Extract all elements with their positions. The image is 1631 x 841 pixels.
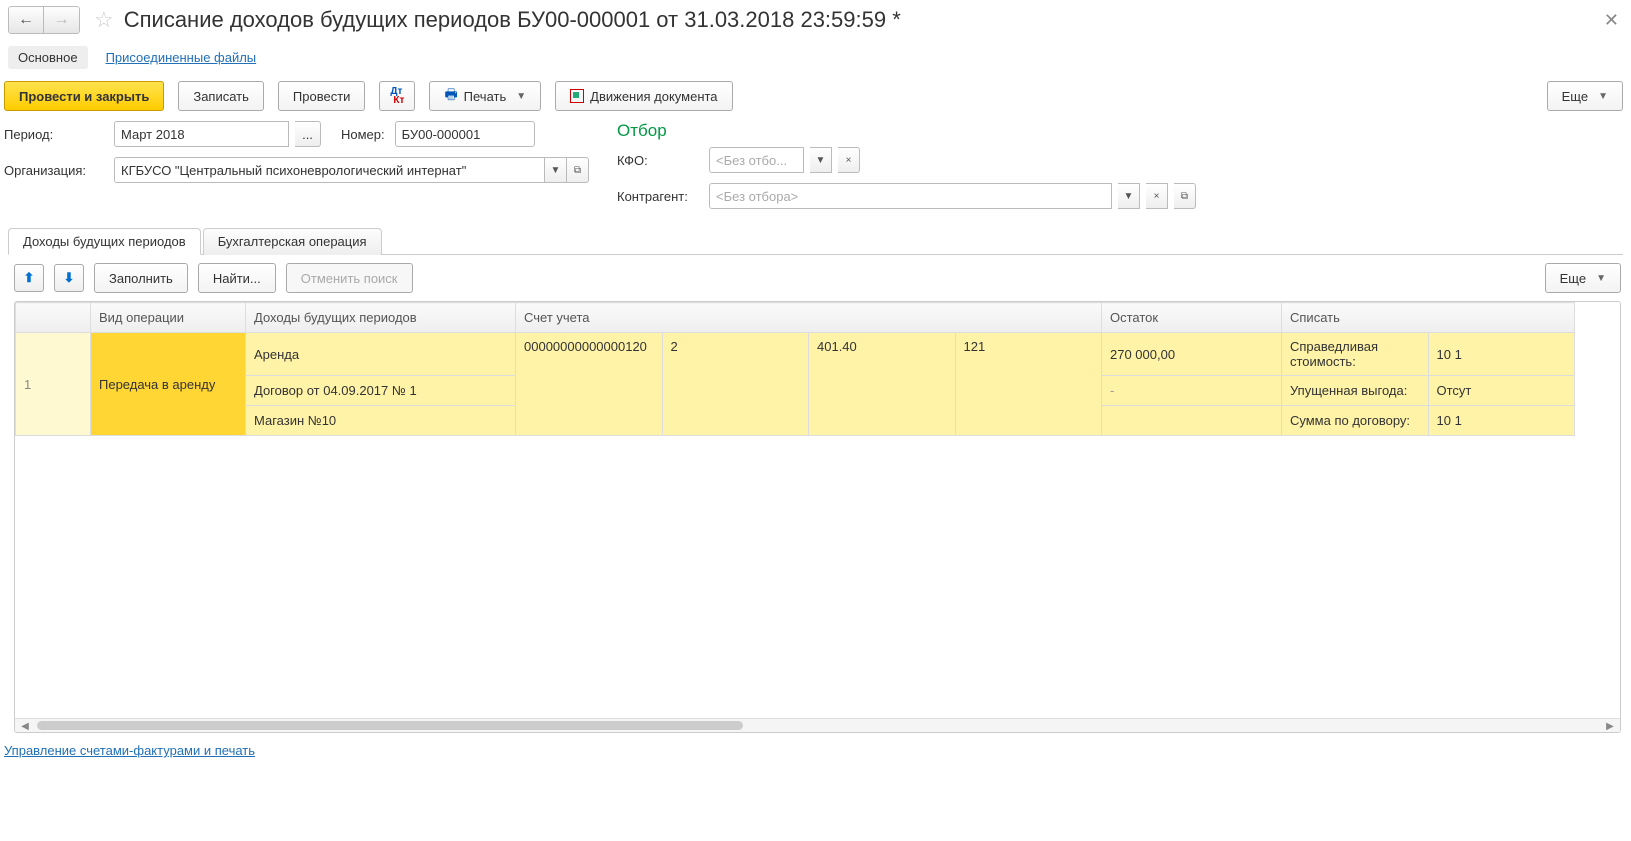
dt-kt-button[interactable]: ДтКт (379, 81, 415, 111)
organization-input[interactable]: КГБУСО "Центральный психоневрологический… (114, 157, 545, 183)
caret-down-icon: ▼ (1596, 273, 1606, 284)
cell-income-1[interactable]: Аренда (246, 333, 516, 376)
favorite-star-icon[interactable]: ☆ (94, 7, 114, 33)
cell-sp2-value[interactable]: Отсут (1428, 376, 1575, 406)
page-title: Списание доходов будущих периодов БУ00-0… (124, 7, 901, 33)
col-writeoff[interactable]: Списать (1282, 303, 1575, 333)
col-operation[interactable]: Вид операции (91, 303, 246, 333)
close-icon[interactable]: ✕ (1604, 10, 1623, 31)
fill-button[interactable]: Заполнить (94, 263, 188, 293)
col-balance[interactable]: Остаток (1102, 303, 1282, 333)
caret-down-icon: ▼ (1598, 91, 1608, 102)
cell-acc-3[interactable]: 401.40 (809, 333, 956, 436)
number-label: Номер: (341, 127, 385, 142)
scroll-left-icon[interactable]: ◀ (17, 719, 33, 733)
save-button[interactable]: Записать (178, 81, 264, 111)
cell-sp3-label[interactable]: Сумма по договору: (1282, 406, 1429, 436)
dt-kt-icon: ДтКт (390, 87, 404, 105)
cell-acc-1[interactable]: 00000000000000120 (516, 333, 663, 436)
arrow-up-icon: ⬆ (24, 270, 35, 286)
filter-title: Отбор (617, 121, 1623, 141)
scroll-thumb[interactable] (37, 721, 743, 730)
horizontal-scrollbar[interactable]: ◀ ▶ (15, 718, 1620, 732)
movements-label: Движения документа (590, 89, 717, 104)
col-number[interactable] (16, 303, 91, 333)
caret-down-icon: ▼ (516, 91, 526, 102)
cell-sp1-value[interactable]: 10 1 (1428, 333, 1575, 376)
find-button[interactable]: Найти... (198, 263, 276, 293)
more-label: Еще (1562, 89, 1588, 104)
kfo-dropdown-button[interactable]: ▼ (810, 147, 832, 173)
cell-balance-3[interactable] (1102, 406, 1282, 436)
nav-back-button[interactable]: ← (8, 6, 44, 34)
arrow-left-icon: ← (18, 11, 34, 29)
counterparty-clear-button[interactable]: × (1146, 183, 1168, 209)
grid-more-button[interactable]: Еще ▼ (1545, 263, 1621, 293)
cell-balance-1[interactable]: 270 000,00 (1102, 333, 1282, 376)
data-grid[interactable]: Вид операции Доходы будущих периодов Сче… (14, 301, 1621, 733)
cell-income-3[interactable]: Магазин №10 (246, 406, 516, 436)
move-up-button[interactable]: ⬆ (14, 264, 44, 292)
cell-sp3-value[interactable]: 10 1 (1428, 406, 1575, 436)
number-input[interactable]: БУ00-000001 (395, 121, 535, 147)
counterparty-open-button[interactable]: ⧉ (1174, 183, 1196, 209)
subtab-future-income[interactable]: Доходы будущих периодов (8, 228, 201, 255)
printer-icon: 🖶 (444, 84, 457, 108)
post-button[interactable]: Провести (278, 81, 366, 111)
counterparty-label: Контрагент: (617, 189, 703, 204)
print-label: Печать (464, 89, 507, 104)
nav-forward-button[interactable]: → (44, 6, 80, 34)
period-picker-button[interactable]: ... (295, 121, 321, 147)
kfo-label: КФО: (617, 153, 703, 168)
more-button[interactable]: Еще ▼ (1547, 81, 1623, 111)
cell-acc-4[interactable]: 121 (955, 333, 1102, 436)
invoice-management-link[interactable]: Управление счетами-фактурами и печать (0, 737, 1631, 758)
organization-label: Организация: (4, 163, 108, 178)
subtab-accounting-operation[interactable]: Бухгалтерская операция (203, 228, 382, 255)
cell-acc-2[interactable]: 2 (662, 333, 809, 436)
organization-dropdown-button[interactable]: ▼ (545, 157, 567, 183)
post-and-close-button[interactable]: Провести и закрыть (4, 81, 164, 111)
period-input[interactable]: Март 2018 (114, 121, 289, 147)
tab-main[interactable]: Основное (8, 46, 88, 69)
cancel-find-button: Отменить поиск (286, 263, 413, 293)
scroll-right-icon[interactable]: ▶ (1602, 719, 1618, 733)
grid-more-label: Еще (1560, 271, 1586, 286)
col-account[interactable]: Счет учета (516, 303, 1102, 333)
col-income[interactable]: Доходы будущих периодов (246, 303, 516, 333)
movements-button[interactable]: Движения документа (555, 81, 732, 111)
move-down-button[interactable]: ⬇ (54, 264, 84, 292)
counterparty-dropdown-button[interactable]: ▼ (1118, 183, 1140, 209)
organization-open-button[interactable]: ⧉ (567, 157, 589, 183)
cell-row-number: 1 (16, 333, 91, 436)
document-movements-icon (570, 89, 584, 103)
tab-attached-files[interactable]: Присоединенные файлы (106, 50, 257, 65)
kfo-input[interactable]: <Без отбо... (709, 147, 804, 173)
cell-operation[interactable]: Передача в аренду (91, 333, 246, 436)
cell-sp2-label[interactable]: Упущенная выгода: (1282, 376, 1429, 406)
cell-balance-2[interactable]: - (1102, 376, 1282, 406)
counterparty-input[interactable]: <Без отбора> (709, 183, 1112, 209)
period-label: Период: (4, 127, 108, 142)
arrow-down-icon: ⬇ (64, 270, 75, 286)
kfo-clear-button[interactable]: × (838, 147, 860, 173)
table-row[interactable]: 1 Передача в аренду Аренда 0000000000000… (16, 333, 1575, 376)
cell-sp1-label[interactable]: Справедливая стоимость: (1282, 333, 1429, 376)
arrow-right-icon: → (54, 11, 70, 29)
cell-income-2[interactable]: Договор от 04.09.2017 № 1 (246, 376, 516, 406)
print-button[interactable]: 🖶 Печать ▼ (429, 81, 541, 111)
